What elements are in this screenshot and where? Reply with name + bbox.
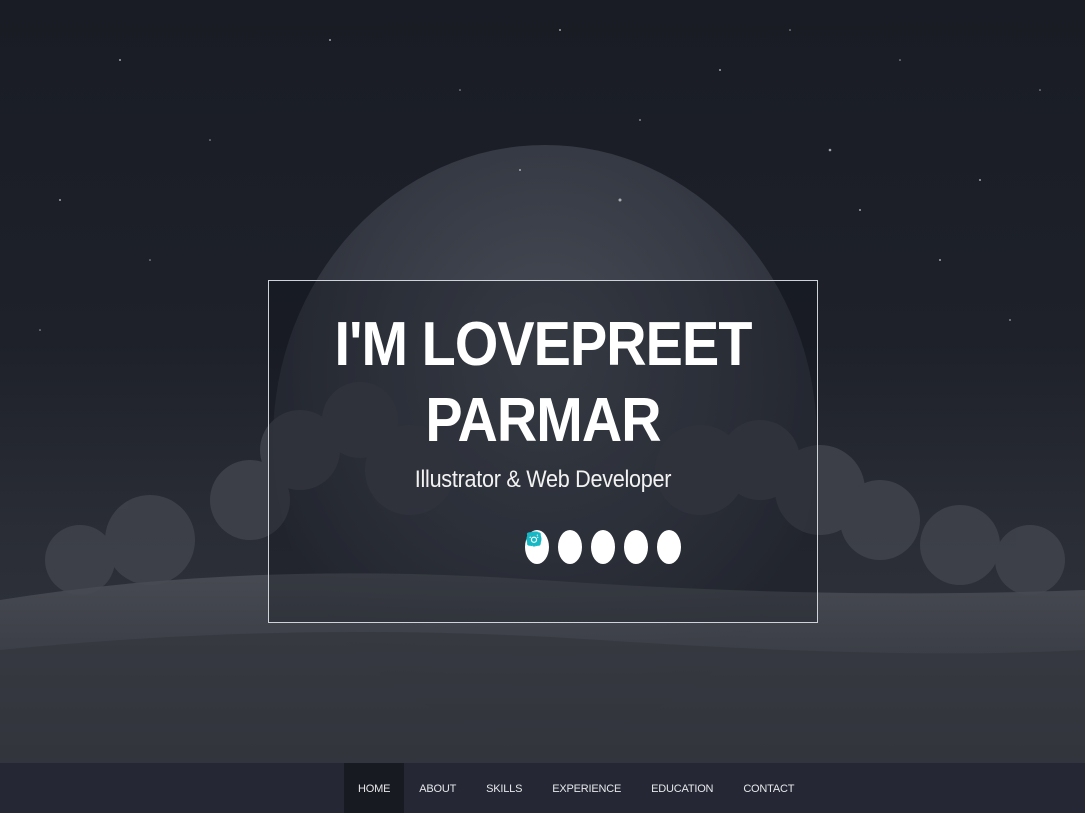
linkedin-link[interactable]	[526, 530, 615, 564]
github-icon	[526, 531, 542, 547]
nav-item-contact[interactable]: CONTACT	[728, 763, 809, 813]
github-link[interactable]	[526, 530, 681, 564]
hero-name: I'M LOVEPREET PARMAR	[296, 307, 789, 459]
hero-role: Illustrator & Web Developer	[414, 466, 672, 493]
hero-name-line1: I'M LOVEPREET	[334, 310, 752, 379]
nav-item-education[interactable]: EDUCATION	[636, 763, 728, 813]
facebook-link[interactable]	[531, 530, 582, 564]
nav-list: HOME ABOUT SKILLS EXPERIENCE EDUCATION C…	[344, 763, 809, 813]
nav-item-about[interactable]: ABOUT	[404, 763, 471, 813]
nav-item-home[interactable]: HOME	[344, 763, 405, 813]
social-links	[525, 530, 681, 564]
main-navbar: HOME ABOUT SKILLS EXPERIENCE EDUCATION C…	[0, 763, 1085, 813]
instagram-link[interactable]	[527, 530, 648, 564]
hero-name-line2: PARMAR	[425, 386, 661, 455]
nav-item-experience[interactable]: EXPERIENCE	[537, 763, 636, 813]
intro-box: I'M LOVEPREET PARMAR Illustrator & Web D…	[268, 280, 818, 623]
nav-item-skills[interactable]: SKILLS	[471, 763, 537, 813]
hero-section: I'M LOVEPREET PARMAR Illustrator & Web D…	[0, 0, 1085, 763]
